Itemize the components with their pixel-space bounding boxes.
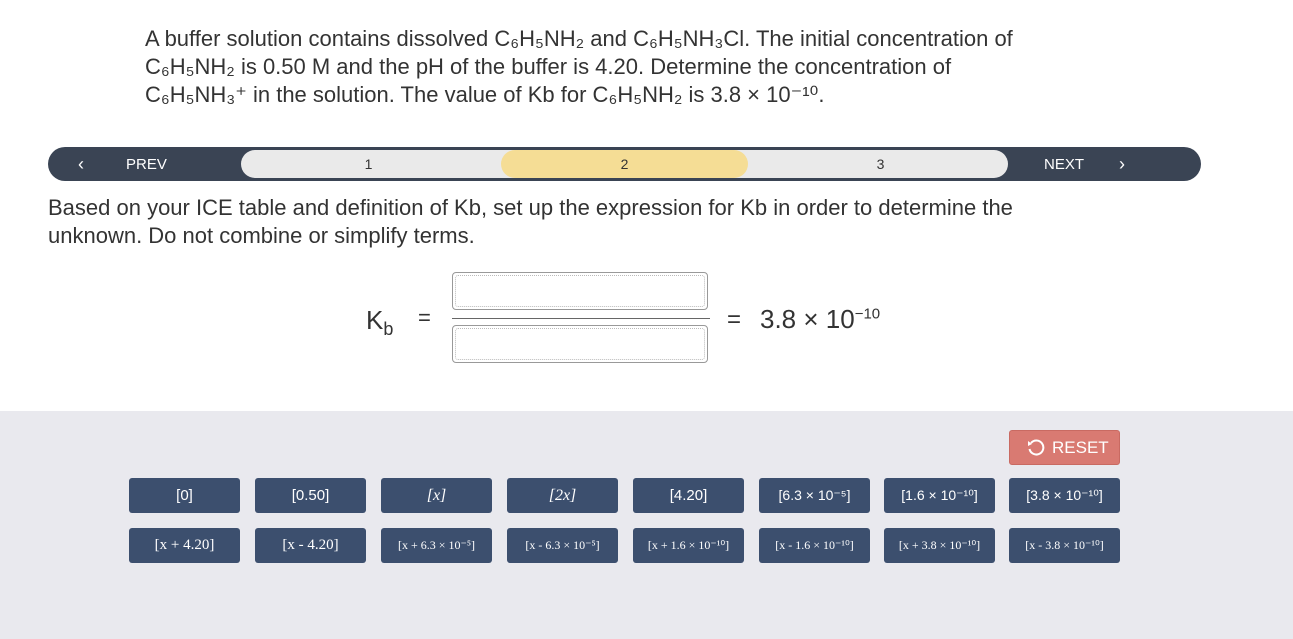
chevron-right-icon: › bbox=[1119, 154, 1125, 174]
chevron-left-icon: ‹ bbox=[78, 154, 84, 174]
question-line-2: C₆H₅NH₂ is 0.50 M and the pH of the buff… bbox=[145, 54, 952, 79]
kb-value: 3.8 × 10−10 bbox=[760, 304, 880, 335]
answer-tile[interactable]: [x - 3.8 × 10⁻¹⁰] bbox=[1009, 528, 1120, 563]
answer-tile[interactable]: [1.6 × 10⁻¹⁰] bbox=[884, 478, 995, 513]
undo-icon bbox=[1028, 439, 1045, 456]
answer-tile[interactable]: [0] bbox=[129, 478, 240, 513]
question-line-1: A buffer solution contains dissolved C₆H… bbox=[145, 26, 1013, 51]
next-label: NEXT bbox=[1044, 156, 1085, 173]
fraction-bar bbox=[452, 318, 710, 319]
step-navigator: ‹ PREV 1 2 3 NEXT › bbox=[48, 147, 1201, 181]
question-text: A buffer solution contains dissolved C₆H… bbox=[145, 25, 1145, 109]
instruction-line-2: unknown. Do not combine or simplify term… bbox=[48, 223, 475, 248]
equals-sign-1: = bbox=[418, 305, 431, 330]
step-1[interactable]: 1 bbox=[241, 150, 496, 178]
answer-tile[interactable]: [4.20] bbox=[633, 478, 744, 513]
answer-tile[interactable]: [x + 6.3 × 10⁻⁵] bbox=[381, 528, 492, 563]
answer-tile[interactable]: [x - 4.20] bbox=[255, 528, 366, 563]
instruction-line-1: Based on your ICE table and definition o… bbox=[48, 195, 1013, 220]
answer-tile[interactable]: [2x] bbox=[507, 478, 618, 513]
answer-tile[interactable]: [x] bbox=[381, 478, 492, 513]
denominator-drop-zone[interactable] bbox=[452, 325, 708, 363]
step-track: 1 2 3 bbox=[241, 150, 1008, 178]
next-button[interactable]: NEXT › bbox=[1009, 147, 1201, 181]
answer-tile[interactable]: [3.8 × 10⁻¹⁰] bbox=[1009, 478, 1120, 513]
answer-tile[interactable]: [x - 6.3 × 10⁻⁵] bbox=[507, 528, 618, 563]
prev-label: PREV bbox=[126, 156, 167, 173]
answer-tile[interactable]: [x + 3.8 × 10⁻¹⁰] bbox=[884, 528, 995, 563]
question-line-3: C₆H₅NH₃⁺ in the solution. The value of K… bbox=[145, 82, 825, 107]
reset-label: RESET bbox=[1052, 438, 1109, 457]
numerator-drop-zone[interactable] bbox=[452, 272, 708, 310]
kb-label: Kb bbox=[366, 305, 393, 340]
answer-tile[interactable]: [6.3 × 10⁻⁵] bbox=[759, 478, 870, 513]
equals-sign-2: = bbox=[727, 306, 742, 333]
answer-tile[interactable]: [x + 4.20] bbox=[129, 528, 240, 563]
answer-tile[interactable]: [x - 1.6 × 10⁻¹⁰] bbox=[759, 528, 870, 563]
instruction-text: Based on your ICE table and definition o… bbox=[48, 194, 1148, 250]
answer-tile[interactable]: [x + 1.6 × 10⁻¹⁰] bbox=[633, 528, 744, 563]
kb-value-exponent: −10 bbox=[854, 305, 881, 323]
kb-symbol: K bbox=[366, 305, 384, 335]
prev-button[interactable]: ‹ PREV bbox=[48, 147, 240, 181]
answer-tile[interactable]: [0.50] bbox=[255, 478, 366, 513]
kb-value-base: 3.8 × 10 bbox=[760, 304, 855, 334]
step-2-active[interactable]: 2 bbox=[501, 150, 748, 178]
step-3[interactable]: 3 bbox=[753, 150, 1008, 178]
kb-subscript: b bbox=[383, 319, 394, 340]
reset-button[interactable]: RESET bbox=[1009, 430, 1120, 465]
